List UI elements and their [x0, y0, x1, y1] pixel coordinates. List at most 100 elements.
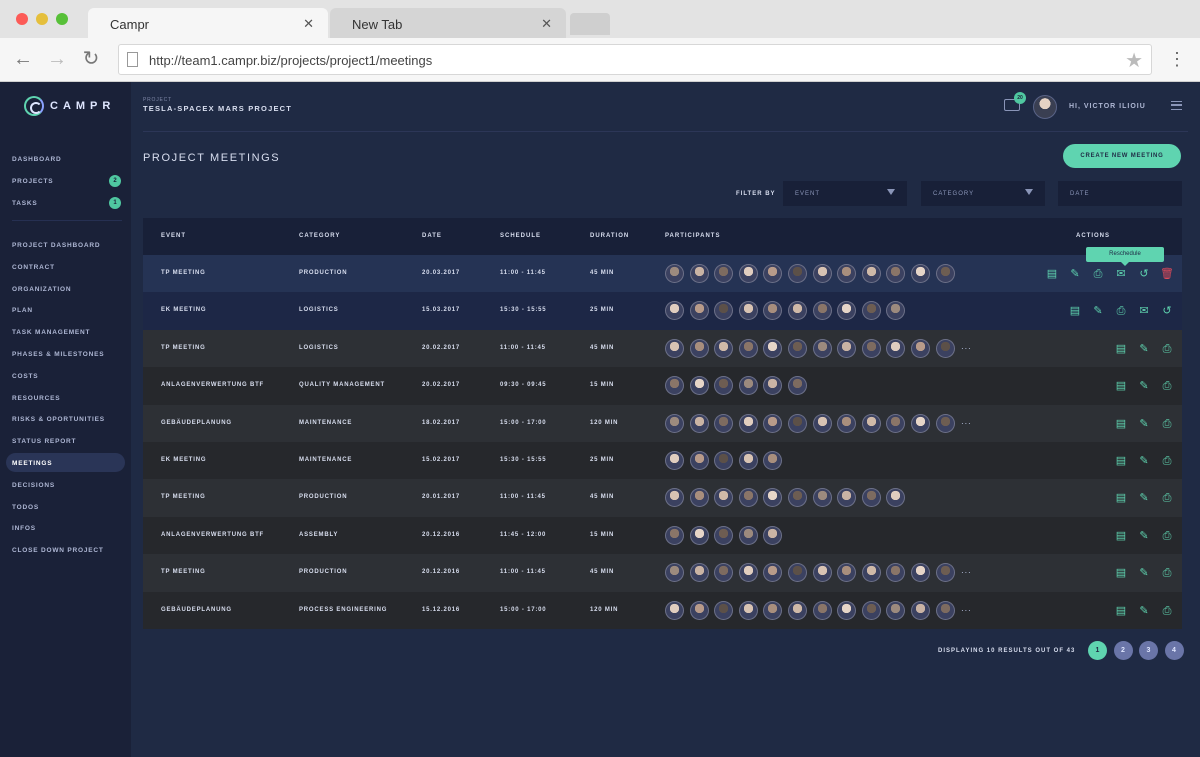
- notes-icon[interactable]: ▤: [1113, 490, 1129, 506]
- participant-avatar[interactable]: [763, 413, 783, 433]
- participant-avatar[interactable]: [787, 488, 807, 508]
- participant-avatar[interactable]: [910, 338, 930, 358]
- maximize-window-button[interactable]: [56, 13, 68, 25]
- hamburger-menu-icon[interactable]: [1171, 101, 1182, 110]
- participant-avatar[interactable]: [935, 264, 955, 283]
- table-row[interactable]: TP MEETING LOGISTICS 20.02.2017 11:00 - 11:…: [143, 329, 1182, 368]
- user-avatar[interactable]: [1033, 95, 1057, 119]
- table-row[interactable]: TP MEETING PRODUCTION 20.01.2017 11:00 - 11…: [143, 479, 1182, 517]
- table-row[interactable]: EK MEETING MAINTENANCE 15.02.2017 15:30 - 1…: [143, 441, 1182, 480]
- print-icon[interactable]: ⎙: [1159, 416, 1175, 432]
- edit-icon[interactable]: ✎: [1136, 416, 1152, 432]
- participant-avatar[interactable]: [763, 488, 783, 508]
- participant-avatar[interactable]: [689, 301, 709, 321]
- col-schedule[interactable]: SCHEDULE: [500, 233, 541, 239]
- notes-icon[interactable]: ▤: [1113, 528, 1129, 544]
- participant-avatar[interactable]: [886, 488, 906, 508]
- more-participants-indicator[interactable]: ...: [961, 563, 972, 582]
- page-1-button[interactable]: 1: [1088, 641, 1107, 660]
- table-row[interactable]: TP MEETING PRODUCTION 20.12.2016 11:00 - 11…: [143, 554, 1182, 592]
- participant-avatar[interactable]: [738, 264, 758, 283]
- participant-avatar[interactable]: [689, 600, 709, 620]
- bookmark-star-icon[interactable]: ★: [1125, 48, 1143, 73]
- participant-avatar[interactable]: [812, 264, 832, 283]
- participant-avatar[interactable]: [910, 563, 930, 583]
- sidebar-item-meetings[interactable]: MEETINGS: [12, 460, 52, 467]
- participant-avatar[interactable]: [787, 600, 807, 620]
- print-icon[interactable]: ⎙: [1159, 565, 1175, 581]
- participant-avatar[interactable]: [689, 488, 709, 508]
- browser-tab-campr[interactable]: Campr ✕: [88, 8, 328, 38]
- participant-avatar[interactable]: [935, 413, 955, 433]
- participant-avatar[interactable]: [714, 413, 734, 433]
- participant-avatar[interactable]: [837, 264, 857, 283]
- participant-avatar[interactable]: [738, 376, 758, 396]
- more-participants-indicator[interactable]: ...: [961, 414, 972, 433]
- participant-avatar[interactable]: [787, 563, 807, 583]
- participant-avatar[interactable]: [935, 563, 955, 583]
- sidebar-item-organization[interactable]: ORGANIZATION: [12, 286, 71, 293]
- table-row[interactable]: GEBÄUDEPLANUNG MAINTENANCE 18.02.2017 15:00…: [143, 404, 1182, 442]
- print-icon[interactable]: ⎙: [1113, 303, 1129, 319]
- sidebar-item-decisions[interactable]: DECISIONS: [12, 482, 55, 489]
- notes-icon[interactable]: ▤: [1113, 378, 1129, 394]
- edit-icon[interactable]: ✎: [1136, 565, 1152, 581]
- new-tab-button[interactable]: [570, 13, 610, 35]
- sidebar-item-resources[interactable]: RESOURCES: [12, 395, 60, 402]
- email-icon[interactable]: ✉: [1113, 266, 1129, 282]
- participant-avatar[interactable]: [812, 488, 832, 508]
- participant-avatar[interactable]: [714, 525, 734, 545]
- participant-avatar[interactable]: [837, 600, 857, 620]
- participant-avatar[interactable]: [714, 376, 734, 396]
- create-meeting-button[interactable]: CREATE NEW MEETING: [1063, 144, 1181, 168]
- participant-avatar[interactable]: [861, 413, 881, 433]
- participant-avatar[interactable]: [763, 376, 783, 396]
- participant-avatar[interactable]: [714, 264, 734, 283]
- print-icon[interactable]: ⎙: [1159, 603, 1175, 619]
- participant-avatar[interactable]: [837, 563, 857, 583]
- participant-avatar[interactable]: [714, 563, 734, 583]
- email-icon[interactable]: ✉: [1136, 303, 1152, 319]
- participant-avatar[interactable]: [665, 338, 684, 358]
- participant-avatar[interactable]: [886, 563, 906, 583]
- delete-icon[interactable]: 🗑: [1159, 266, 1175, 282]
- minimize-window-button[interactable]: [36, 13, 48, 25]
- page-4-button[interactable]: 4: [1164, 641, 1184, 660]
- participant-avatar[interactable]: [738, 450, 758, 470]
- participant-avatar[interactable]: [665, 600, 684, 620]
- participant-avatar[interactable]: [886, 600, 906, 620]
- participant-avatar[interactable]: [935, 600, 955, 620]
- print-icon[interactable]: ⎙: [1159, 453, 1175, 469]
- participant-avatar[interactable]: [837, 301, 857, 321]
- participant-avatar[interactable]: [861, 338, 881, 358]
- url-text[interactable]: http://team1.campr.biz/projects/project1…: [149, 53, 432, 68]
- notes-icon[interactable]: ▤: [1113, 565, 1129, 581]
- date-filter-input[interactable]: DATE: [1058, 181, 1182, 206]
- participant-avatar[interactable]: [861, 563, 881, 583]
- participant-avatar[interactable]: [886, 413, 906, 433]
- participant-avatar[interactable]: [689, 413, 709, 433]
- category-filter-select[interactable]: CATEGORY: [921, 181, 1045, 206]
- participant-avatar[interactable]: [837, 338, 857, 358]
- edit-icon[interactable]: ✎: [1136, 341, 1152, 357]
- sidebar-item-status-report[interactable]: STATUS REPORT: [12, 438, 76, 445]
- sidebar-item-contract[interactable]: CONTRACT: [12, 264, 55, 271]
- user-greeting[interactable]: HI, VICTOR ILIOIU: [1069, 103, 1146, 110]
- participant-avatar[interactable]: [812, 600, 832, 620]
- notes-icon[interactable]: ▤: [1113, 603, 1129, 619]
- participant-avatar[interactable]: [910, 264, 930, 283]
- browser-tab-new-tab[interactable]: New Tab ✕: [330, 8, 566, 38]
- participant-avatar[interactable]: [812, 563, 832, 583]
- participant-avatar[interactable]: [738, 488, 758, 508]
- participant-avatar[interactable]: [837, 488, 857, 508]
- participant-avatar[interactable]: [665, 525, 684, 545]
- participant-avatar[interactable]: [763, 525, 783, 545]
- sidebar-item-infos[interactable]: INFOS: [12, 525, 36, 532]
- participant-avatar[interactable]: [763, 600, 783, 620]
- participant-avatar[interactable]: [886, 338, 906, 358]
- participant-avatar[interactable]: [787, 338, 807, 358]
- participant-avatar[interactable]: [763, 450, 783, 470]
- address-bar[interactable]: http://team1.campr.biz/projects/project1…: [118, 44, 1152, 75]
- event-filter-select[interactable]: EVENT: [783, 181, 907, 206]
- more-participants-indicator[interactable]: ...: [961, 601, 972, 620]
